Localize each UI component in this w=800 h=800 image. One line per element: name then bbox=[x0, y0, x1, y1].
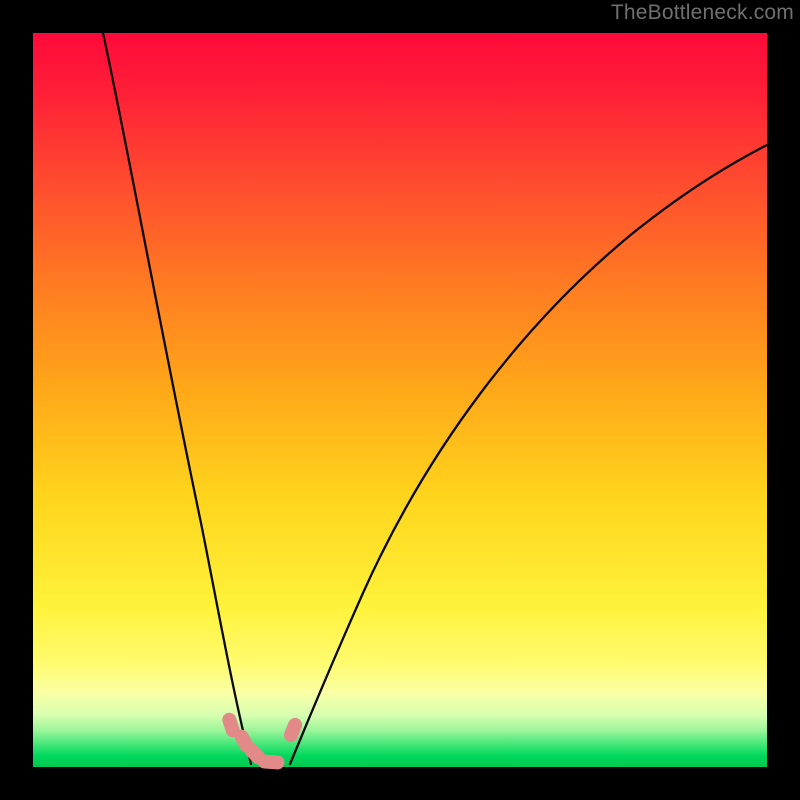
curve-layer bbox=[33, 33, 767, 767]
curve-right-branch bbox=[290, 145, 767, 764]
curve-left-branch bbox=[103, 33, 251, 764]
plot-area bbox=[33, 33, 767, 767]
outer-frame: TheBottleneck.com bbox=[0, 0, 800, 800]
valley-blob bbox=[257, 754, 285, 770]
watermark-text: TheBottleneck.com bbox=[611, 1, 794, 25]
